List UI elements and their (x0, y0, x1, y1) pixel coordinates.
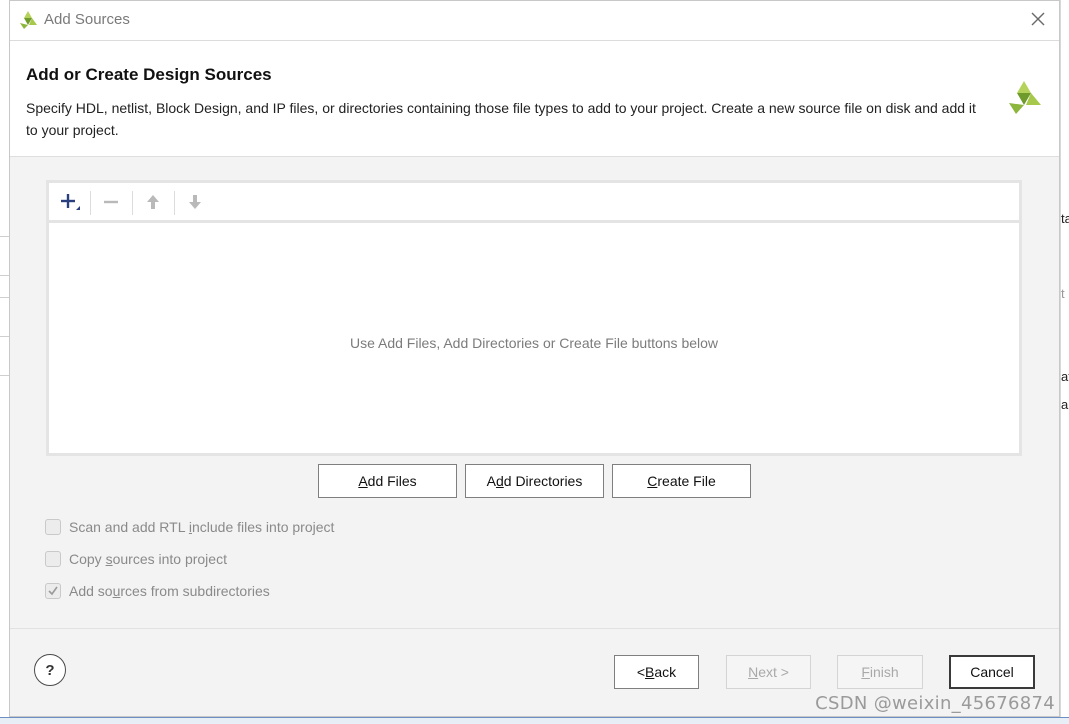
watermark: CSDN @weixin_45676874 (815, 693, 1055, 714)
add-button[interactable] (55, 189, 85, 215)
background-text-fragment: al (1061, 397, 1069, 412)
toolbar-separator (90, 191, 91, 215)
mnemonic: A (358, 473, 368, 489)
background-divider (0, 297, 9, 298)
option-label: Add sources from subdirectories (69, 583, 270, 599)
page-description: Specify HDL, netlist, Block Design, and … (26, 100, 976, 138)
arrow-up-icon (147, 195, 159, 209)
back-button[interactable]: < Back (614, 655, 699, 689)
remove-icon (104, 200, 118, 204)
add-files-button[interactable]: Add Files (318, 464, 457, 498)
checkmark-icon (48, 586, 58, 596)
source-file-panel: Use Add Files, Add Directories or Create… (46, 180, 1022, 456)
footer-divider (10, 628, 1059, 629)
empty-list-message: Use Add Files, Add Directories or Create… (349, 335, 719, 351)
background-divider (0, 375, 9, 376)
move-up-button[interactable] (138, 189, 168, 215)
arrow-down-icon (189, 195, 201, 209)
wizard-header: Add or Create Design Sources Specify HDL… (10, 41, 1059, 157)
copy-sources-checkbox[interactable] (45, 551, 61, 567)
mnemonic: d (495, 473, 504, 489)
finish-button[interactable]: Finish (837, 655, 923, 689)
move-down-button[interactable] (180, 189, 210, 215)
background-text-fragment: at (1061, 369, 1069, 384)
background-divider (0, 275, 9, 276)
window-title: Add Sources (44, 11, 130, 28)
option-label: Scan and add RTL include files into proj… (69, 519, 335, 535)
close-icon[interactable] (1029, 10, 1047, 28)
add-subdirectories-option[interactable]: Add sources from subdirectories (45, 580, 270, 602)
button-label: reate File (657, 473, 716, 489)
option-label: Copy sources into project (69, 551, 227, 567)
help-button[interactable]: ? (34, 654, 66, 686)
add-sources-dialog: Add Sources Add or Create Design Sources… (9, 0, 1060, 717)
vivado-logo-icon (20, 11, 37, 29)
remove-button[interactable] (96, 189, 126, 215)
cancel-button[interactable]: Cancel (949, 655, 1035, 689)
button-label: A (486, 473, 496, 489)
add-directories-button[interactable]: Add Directories (465, 464, 604, 498)
button-label: dd Files (367, 473, 417, 489)
scan-rtl-option[interactable]: Scan and add RTL include files into proj… (45, 516, 334, 538)
mnemonic: C (647, 473, 658, 489)
toolbar-separator (132, 191, 133, 215)
copy-sources-option[interactable]: Copy sources into project (45, 548, 227, 570)
title-bar[interactable]: Add Sources (10, 1, 1059, 41)
next-button[interactable]: Next > (726, 655, 811, 689)
background-text-fragment: ta (1061, 211, 1069, 226)
vivado-logo-icon (1009, 81, 1041, 114)
create-file-button[interactable]: Create File (612, 464, 751, 498)
background-divider (0, 336, 9, 337)
add-icon (61, 194, 80, 210)
source-toolbar (49, 183, 1019, 223)
add-subdirectories-checkbox[interactable] (45, 583, 61, 599)
scan-rtl-checkbox[interactable] (45, 519, 61, 535)
background-text-fragment: t (1061, 286, 1065, 301)
background-divider (0, 236, 9, 237)
toolbar-separator (174, 191, 175, 215)
page-title: Add or Create Design Sources (26, 65, 272, 84)
button-label: d Directories (503, 473, 583, 489)
background-window (1060, 0, 1069, 723)
